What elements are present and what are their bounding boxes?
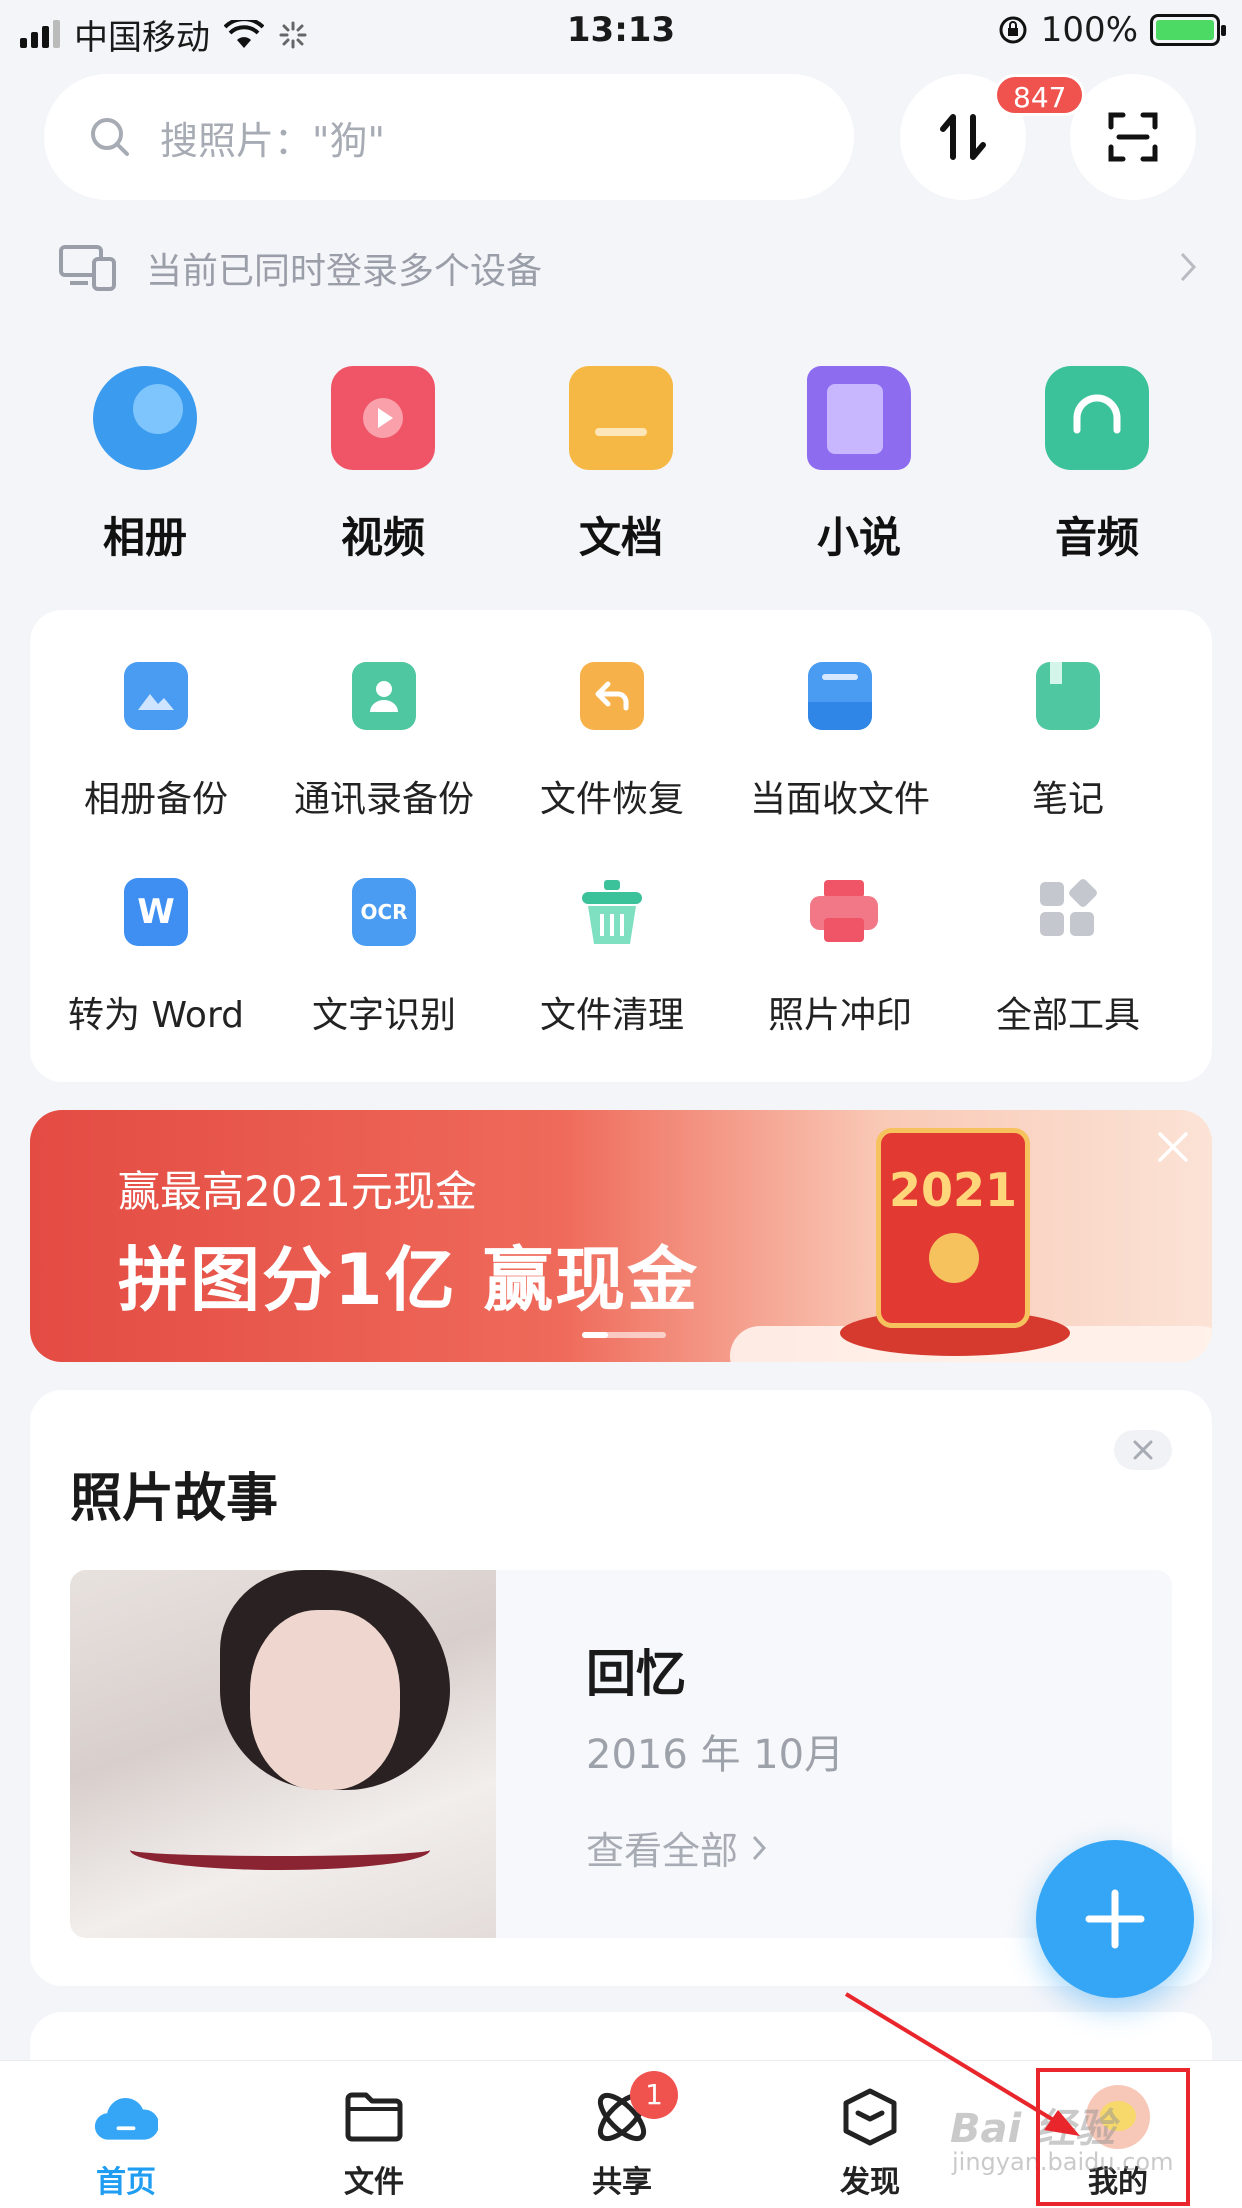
folder-icon [342, 2085, 406, 2149]
tab-label: 文件 [344, 2165, 404, 2200]
devices-icon [59, 245, 116, 291]
category-label: 文档 [578, 513, 663, 562]
section-title: 照片故事 [70, 1469, 279, 1529]
view-all-label: 查看全部 [586, 1829, 739, 1873]
clean-icon [580, 878, 644, 946]
tool-label: 通讯录备份 [293, 779, 474, 820]
tool-all-tools[interactable]: 全部工具 [950, 878, 1186, 1038]
paw-coin-icon [929, 1233, 979, 1283]
search-icon [91, 118, 129, 156]
tool-label: 文件恢复 [539, 779, 684, 820]
view-all-link[interactable]: 查看全部 [586, 1820, 767, 1875]
carousel-indicator [582, 1332, 666, 1338]
dismiss-button[interactable] [1114, 1430, 1172, 1470]
tab-share[interactable]: 1 共享 [542, 2061, 702, 2208]
story-item[interactable]: 回忆 2016 年 10月 查看全部 [70, 1570, 1172, 1938]
headphones-icon [1045, 366, 1149, 470]
tool-note[interactable]: 笔记 [950, 662, 1186, 822]
tab-label: 首页 [96, 2165, 156, 2200]
chevron-right-icon [752, 1835, 767, 1860]
cube-icon [838, 2085, 902, 2149]
scan-button[interactable] [1070, 74, 1196, 200]
notice-text: 当前已同时登录多个设备 [146, 251, 543, 292]
tab-files[interactable]: 文件 [294, 2061, 454, 2208]
banner-headline: 拼图分1亿 赢现金 [118, 1239, 700, 1321]
tool-label: 全部工具 [995, 995, 1140, 1036]
tools-card: 相册备份 通讯录备份 文件恢复 当面收文件 笔记 W 转为 Word OCR 文… [30, 610, 1212, 1082]
photo-story-card: 照片故事 回忆 2016 年 10月 查看全部 [30, 1390, 1212, 1986]
search-placeholder: 搜照片："狗" [160, 118, 385, 163]
tool-photo-print[interactable]: 照片冲印 [722, 878, 958, 1038]
file-restore-icon [580, 662, 644, 730]
tab-discover[interactable]: 发现 [790, 2061, 950, 2208]
status-right: 100% [997, 10, 1226, 50]
search-bar[interactable]: 搜照片："狗" [44, 74, 854, 200]
rotation-lock-icon [999, 16, 1027, 44]
category-label: 音频 [1054, 513, 1139, 562]
contacts-backup-icon [352, 662, 416, 730]
tool-label: 文字识别 [311, 995, 456, 1036]
close-icon[interactable] [1154, 1128, 1192, 1166]
category-album[interactable]: 相册 [45, 366, 245, 565]
banner-subtitle: 赢最高2021元现金 [118, 1167, 477, 1216]
category-label: 小说 [816, 513, 901, 562]
word-icon: W [124, 878, 188, 946]
transfer-badge: 847 [994, 74, 1086, 116]
chevron-right-icon [1180, 252, 1197, 282]
document-icon [569, 366, 673, 470]
category-row: 相册 视频 文档 小说 音频 [0, 366, 1242, 565]
scan-icon [1108, 112, 1158, 162]
tool-label: 文件清理 [539, 995, 684, 1036]
album-backup-icon [124, 662, 188, 730]
close-icon [1133, 1440, 1153, 1460]
battery-icon [1150, 14, 1226, 46]
tool-label: 照片冲印 [767, 995, 912, 1036]
red-envelope-image: 2021 [876, 1128, 1030, 1328]
promo-banner[interactable]: 赢最高2021元现金 拼图分1亿 赢现金 2021 [30, 1110, 1212, 1362]
category-document[interactable]: 文档 [521, 366, 721, 565]
tool-clean[interactable]: 文件清理 [494, 878, 730, 1038]
tool-receive-file[interactable]: 当面收文件 [722, 662, 958, 822]
annotation-highlight-box [1036, 2068, 1190, 2206]
receive-file-icon [808, 662, 872, 730]
battery-percent: 100% [1040, 10, 1138, 50]
tool-label: 当面收文件 [749, 779, 930, 820]
story-item-date: 2016 年 10月 [586, 1732, 845, 1778]
tab-label: 发现 [840, 2165, 900, 2200]
tab-home[interactable]: 首页 [46, 2061, 206, 2208]
tool-label: 转为 Word [68, 995, 244, 1036]
tab-label: 共享 [592, 2165, 652, 2200]
tool-file-restore[interactable]: 文件恢复 [494, 662, 730, 822]
print-icon [808, 878, 878, 946]
category-audio[interactable]: 音频 [997, 366, 1197, 565]
share-orbit-icon: 1 [590, 2071, 678, 2149]
all-tools-icon [1036, 878, 1100, 946]
tool-album-backup[interactable]: 相册备份 [38, 662, 274, 822]
category-label: 相册 [102, 513, 187, 562]
status-bar: 中国移动 13:13 100% [0, 0, 1242, 62]
tool-ocr[interactable]: OCR 文字识别 [266, 878, 502, 1038]
category-label: 视频 [340, 513, 425, 562]
album-icon [93, 366, 197, 470]
cloud-icon [94, 2085, 158, 2149]
book-icon [807, 366, 911, 470]
share-badge: 1 [630, 2071, 678, 2119]
ocr-icon: OCR [352, 878, 416, 946]
tool-label: 笔记 [1031, 779, 1104, 820]
add-button[interactable] [1036, 1840, 1194, 1998]
tool-to-word[interactable]: W 转为 Word [38, 878, 274, 1038]
category-video[interactable]: 视频 [283, 366, 483, 565]
tool-contacts-backup[interactable]: 通讯录备份 [266, 662, 502, 822]
category-novel[interactable]: 小说 [759, 366, 959, 565]
plus-icon [1085, 1889, 1145, 1949]
story-photo [70, 1570, 496, 1938]
story-item-title: 回忆 [586, 1645, 686, 1703]
tool-label: 相册备份 [83, 779, 228, 820]
multi-device-notice[interactable]: 当前已同时登录多个设备 [58, 236, 1198, 300]
note-icon [1036, 662, 1100, 730]
transfer-icon [940, 114, 986, 160]
envelope-year: 2021 [888, 1163, 1018, 1217]
video-icon [331, 366, 435, 470]
